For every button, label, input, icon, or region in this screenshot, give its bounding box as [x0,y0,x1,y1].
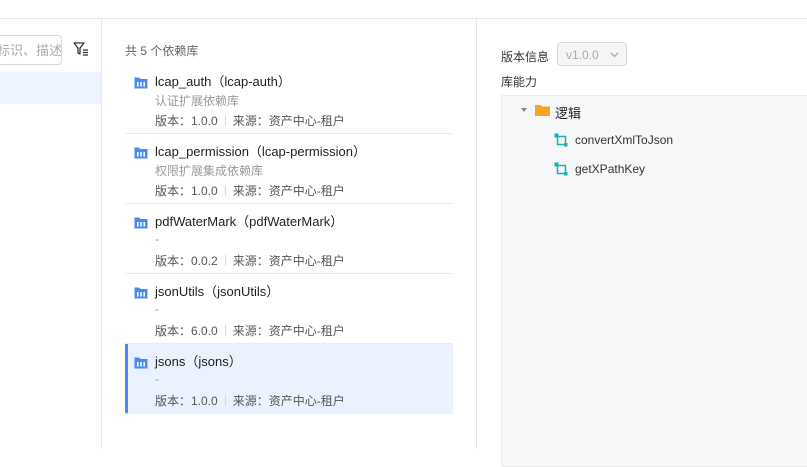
library-folder-icon [134,217,148,229]
library-source: 来源：资产中心-租户 [232,184,345,198]
version-value: v1.0.0 [566,48,599,62]
capability-label: 库能力 [501,75,538,89]
library-meta: 版本：1.0.0 来源：资产中心-租户 [155,112,345,129]
library-version: 版本：1.0.0 [155,114,218,128]
library-meta: 版本：0.0.2 来源：资产中心-租户 [155,252,345,269]
tree-folder-label[interactable]: 逻辑 [555,103,581,122]
chevron-down-icon [610,52,619,58]
library-count: 共 5 个依赖库 [125,44,199,58]
library-list-panel: 共 5 个依赖库 lcap_auth（lcap-auth） 认证扩展依赖库 版本… [102,19,477,449]
library-meta: 版本：6.0.0 来源：资产中心-租户 [155,322,345,339]
library-item[interactable]: lcap_permission（lcap-permission） 权限扩展集成依… [125,134,453,204]
library-description: - [155,232,159,246]
folder-icon [535,105,550,116]
left-selected-item[interactable] [0,72,101,104]
library-item[interactable]: jsonUtils（jsonUtils） - 版本：6.0.0 来源：资产中心-租… [125,274,453,344]
library-folder-icon [134,147,148,159]
library-meta: 版本：1.0.0 来源：资产中心-租户 [155,392,345,409]
library-detail-panel: 版本信息 v1.0.0 库能力 逻辑 convertXmlToJson getX… [477,19,807,467]
library-version: 版本：1.0.0 [155,394,218,408]
library-name: lcap_auth（lcap-auth） [155,74,291,89]
version-label: 版本信息 [501,50,550,64]
library-name: jsonUtils（jsonUtils） [155,284,280,299]
library-version: 版本：1.0.0 [155,184,218,198]
version-select[interactable]: v1.0.0 [557,42,627,66]
library-item-selected[interactable]: jsons（jsons） - 版本：1.0.0 来源：资产中心-租户 [125,344,453,414]
meta-divider [224,325,226,336]
collapse-caret-icon[interactable] [521,108,527,112]
library-source: 来源：资产中心-租户 [232,254,345,268]
logic-function-icon [554,162,568,176]
library-name: jsons（jsons） [155,354,242,369]
library-description: 权限扩展集成依赖库 [155,164,264,178]
library-meta: 版本：1.0.0 来源：资产中心-租户 [155,182,345,199]
meta-divider [224,115,226,126]
library-list: lcap_auth（lcap-auth） 认证扩展依赖库 版本：1.0.0 来源：… [125,64,453,414]
library-name: lcap_permission（lcap-permission） [155,144,366,159]
library-item[interactable]: lcap_auth（lcap-auth） 认证扩展依赖库 版本：1.0.0 来源：… [125,64,453,134]
library-version: 版本：0.0.2 [155,254,218,268]
meta-divider [224,395,226,406]
meta-divider [224,255,226,266]
left-panel [0,19,102,449]
library-folder-icon [134,287,148,299]
library-folder-icon [134,77,148,89]
meta-divider [224,185,226,196]
logic-function-icon [554,133,568,147]
capability-tree: 逻辑 convertXmlToJson getXPathKey [501,95,807,467]
library-item[interactable]: pdfWaterMark（pdfWaterMark） - 版本：0.0.2 来源：… [125,204,453,274]
library-name: pdfWaterMark（pdfWaterMark） [155,214,344,229]
library-source: 来源：资产中心-租户 [232,394,345,408]
library-folder-icon [134,357,148,369]
tree-item-label: getXPathKey [575,162,646,176]
top-bar [0,0,807,19]
search-field[interactable] [0,35,62,65]
filter-icon[interactable] [73,41,89,57]
library-description: - [155,302,159,316]
search-input[interactable] [0,36,61,64]
library-description: - [155,372,159,386]
tree-item-label: convertXmlToJson [575,133,674,147]
library-source: 来源：资产中心-租户 [232,324,345,338]
library-version: 版本：6.0.0 [155,324,218,338]
library-source: 来源：资产中心-租户 [232,114,345,128]
library-description: 认证扩展依赖库 [155,94,240,108]
